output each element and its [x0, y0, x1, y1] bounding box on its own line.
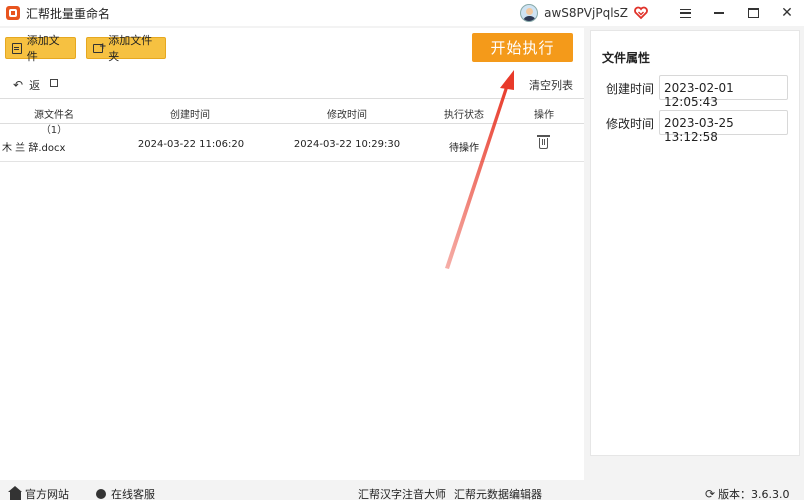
- app-link-metadata[interactable]: 汇帮元数据编辑器: [454, 486, 542, 500]
- table-header: 源文件名（1） 创建时间 修改时间 执行状态 操作: [0, 98, 584, 136]
- file-icon: [12, 42, 22, 54]
- delete-icon[interactable]: [537, 135, 550, 149]
- start-execute-button[interactable]: 开始执行: [472, 33, 573, 62]
- cell-filename: 木 兰 辞.docx: [2, 143, 66, 154]
- minimize-icon: [714, 12, 724, 14]
- version-info[interactable]: ⟳ 版本：3.6.3.0: [705, 486, 790, 500]
- back-button[interactable]: ↶ 返: [13, 77, 40, 93]
- maximize-icon: [747, 8, 759, 18]
- folder-add-icon: [93, 42, 107, 53]
- customer-service-icon: [96, 489, 106, 499]
- status-bar: 官方网站 在线客服 汇帮汉字注音大师 汇帮元数据编辑器 ⟳ 版本：3.6.3.0: [0, 484, 804, 500]
- add-file-button[interactable]: 添加文件: [5, 34, 76, 63]
- cell-modified: 2024-03-22 10:29:30: [293, 139, 401, 150]
- column-header-created[interactable]: 创建时间: [160, 106, 220, 121]
- app-link-phonetic[interactable]: 汇帮汉字注音大师: [358, 486, 446, 500]
- maximize-button[interactable]: [736, 0, 770, 26]
- column-header-actions: 操作: [534, 110, 554, 121]
- menu-button[interactable]: [668, 0, 702, 26]
- app-title: 汇帮批量重命名: [26, 6, 111, 21]
- official-website-link[interactable]: 官方网站: [8, 485, 69, 500]
- app1-label: 汇帮汉字注音大师: [358, 488, 446, 500]
- home-icon: [8, 485, 22, 500]
- table-row[interactable]: 木 兰 辞.docx 2024-03-22 11:06:20 2024-03-2…: [0, 128, 584, 162]
- undo-arrow-icon: ↶: [13, 78, 24, 92]
- file-list-panel: 添加文件 添加文件夹 开始执行 ↶ 返 清空列表 源文件名（1） 创建时间 修改…: [0, 28, 584, 480]
- close-icon: ✕: [781, 5, 793, 21]
- username[interactable]: awS8PVjPqlsZ: [544, 6, 628, 20]
- back-label: 返: [29, 79, 41, 92]
- menu-icon: [679, 8, 691, 18]
- title-bar: 汇帮批量重命名 awS8PVjPqlsZ ✕: [0, 0, 804, 26]
- title-bar-controls: awS8PVjPqlsZ ✕: [520, 0, 804, 26]
- add-file-label: 添加文件: [26, 34, 60, 63]
- website-label: 官方网站: [25, 488, 69, 500]
- refresh-icon: ⟳: [705, 487, 716, 500]
- modified-time-label: 修改时间: [606, 117, 655, 131]
- created-time-field[interactable]: 2023-02-01 12:05:43: [659, 75, 788, 109]
- vip-heart-icon[interactable]: [634, 6, 648, 20]
- online-service-link[interactable]: 在线客服: [96, 486, 155, 500]
- service-label: 在线客服: [111, 488, 155, 500]
- app2-label: 汇帮元数据编辑器: [454, 488, 542, 500]
- properties-title: 文件属性: [602, 51, 651, 65]
- app-logo-icon: [6, 6, 20, 20]
- modified-time-field[interactable]: 2023-03-25 13:12:58: [659, 110, 788, 144]
- square-icon[interactable]: [50, 79, 58, 87]
- clear-list-button[interactable]: 清空列表: [529, 77, 573, 93]
- close-button[interactable]: ✕: [770, 0, 804, 26]
- created-time-label: 创建时间: [606, 82, 655, 96]
- add-folder-button[interactable]: 添加文件夹: [86, 34, 166, 63]
- file-properties-panel: 文件属性 创建时间 2023-02-01 12:05:43 修改时间 2023-…: [590, 30, 800, 456]
- column-header-modified[interactable]: 修改时间: [317, 106, 377, 121]
- user-avatar[interactable]: [520, 4, 539, 22]
- column-header-status[interactable]: 执行状态: [434, 106, 494, 121]
- version-label: 版本：3.6.3.0: [718, 488, 790, 500]
- cell-status: 待操作: [449, 143, 479, 154]
- minimize-button[interactable]: [702, 0, 736, 26]
- add-folder-label: 添加文件夹: [108, 34, 153, 63]
- cell-created: 2024-03-22 11:06:20: [137, 139, 245, 150]
